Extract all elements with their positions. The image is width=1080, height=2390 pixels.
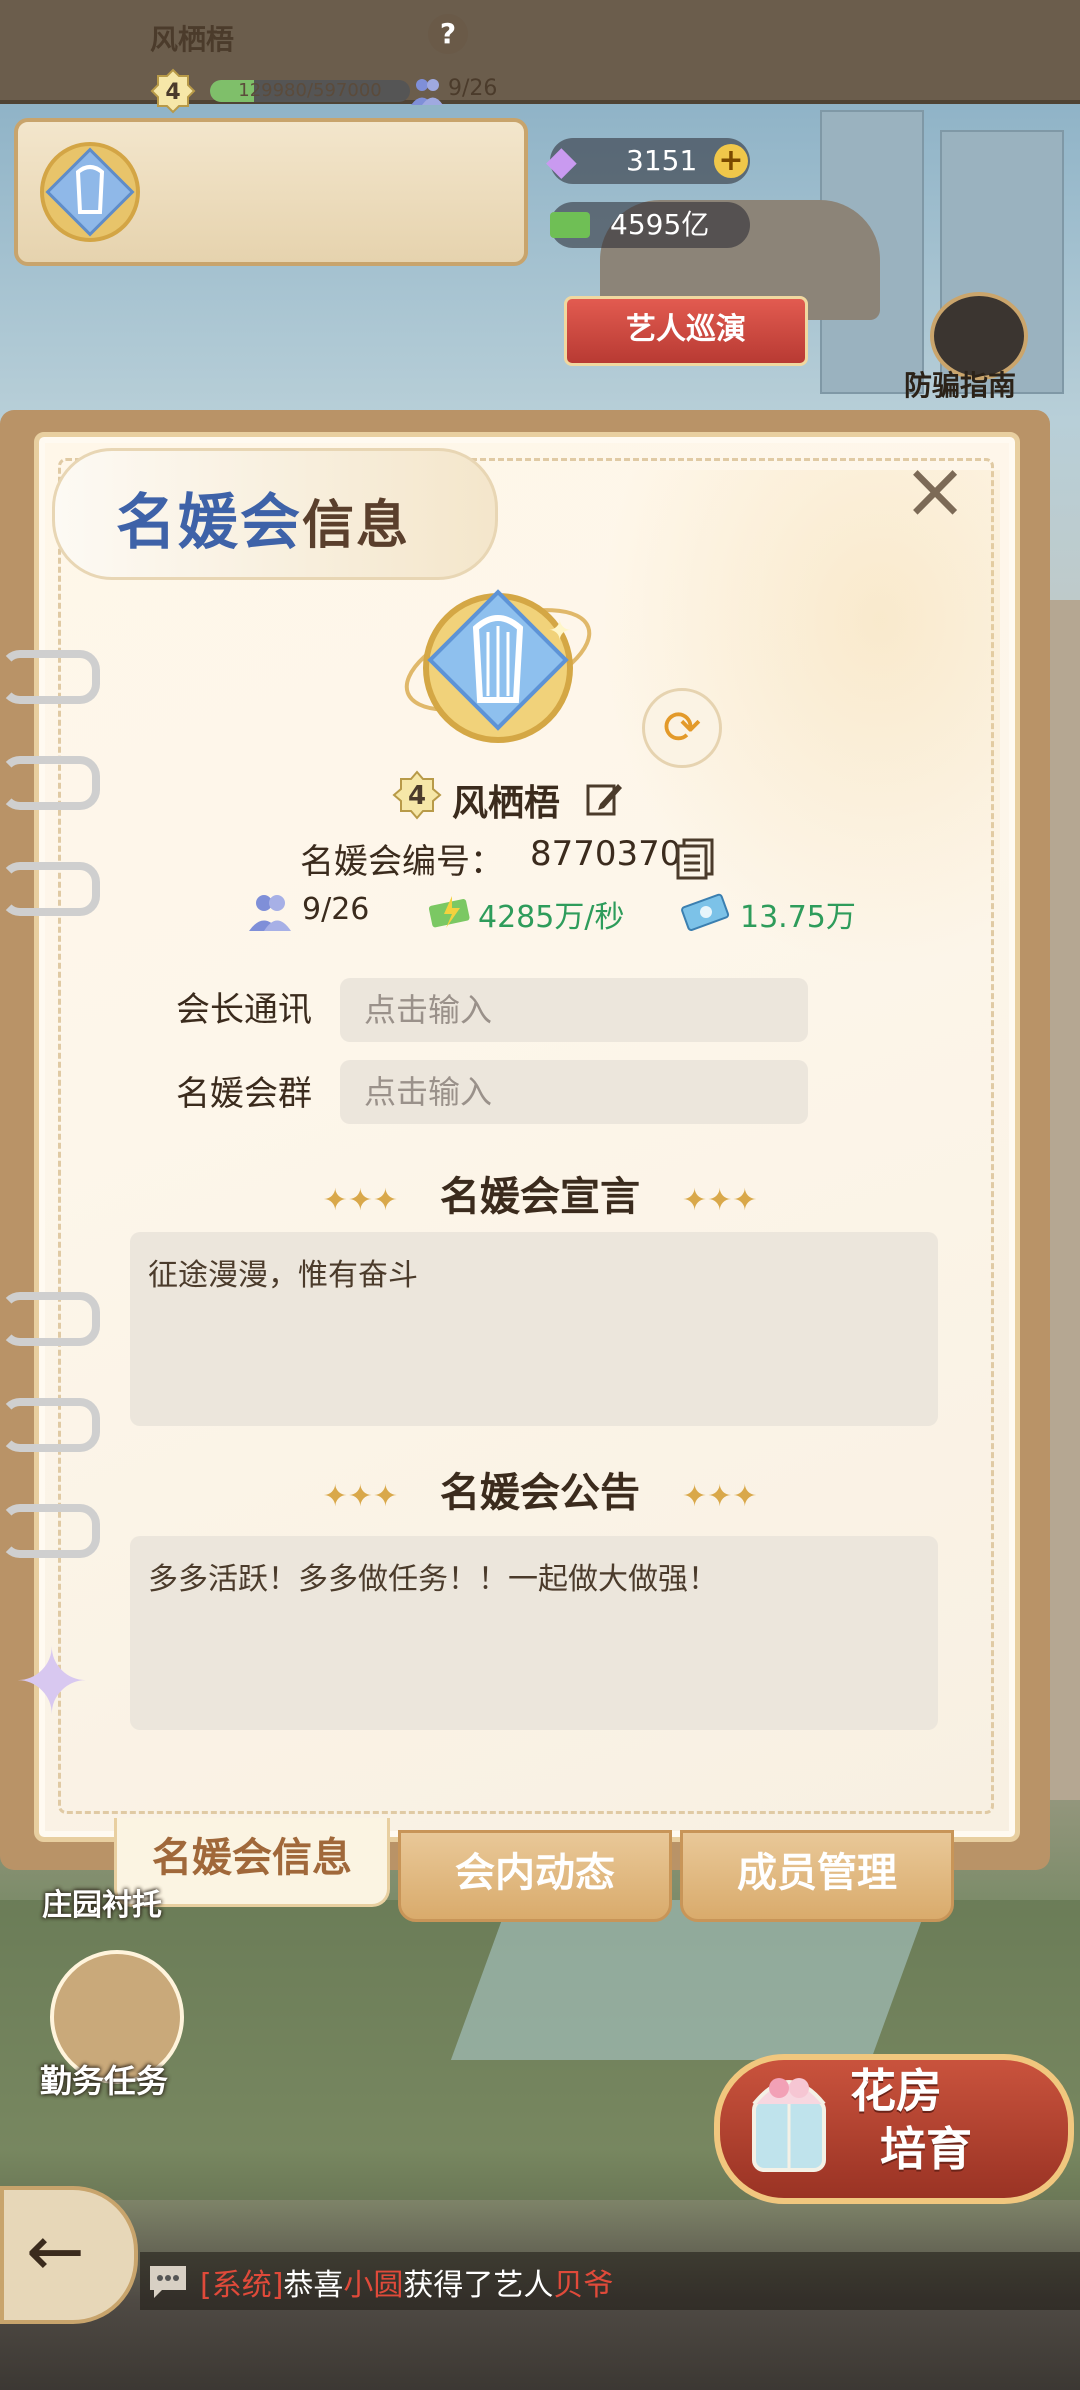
tab-club-news[interactable]: 会内动态 (398, 1830, 672, 1922)
add-gems-button[interactable]: + (714, 144, 748, 178)
artist-tour-button[interactable]: 艺人巡演 (564, 296, 808, 366)
level-badge: 4 (392, 770, 442, 820)
club-exp-text: 129980/597000 (238, 80, 382, 101)
back-button[interactable]: ← (0, 2186, 138, 2324)
club-level-text: 4 (165, 80, 180, 105)
flower-house-label: 花房 培育 (850, 2062, 972, 2178)
income-speed: 4285万/秒 (478, 900, 625, 935)
members-count: 9/26 (302, 892, 370, 927)
binder-ring (0, 862, 100, 916)
members-icon (249, 895, 291, 931)
binder-ring (0, 756, 100, 810)
declaration-heading: ✦✦✦ 名媛会宣言 ✦✦✦ (0, 1164, 1080, 1222)
binder-ring (0, 1398, 100, 1452)
tab-member-management[interactable]: 成员管理 (680, 1830, 954, 1922)
anti-fraud-guide-label[interactable]: 防骗指南 (904, 364, 1016, 404)
club-name-main: 风栖梧 (452, 783, 561, 824)
leader-contact-label: 会长通讯 (176, 990, 312, 1030)
leader-contact-input[interactable]: 点击输入 (340, 978, 808, 1042)
members-icon (411, 79, 443, 105)
copy-id-icon[interactable] (676, 838, 716, 880)
glass-greenhouse (450, 1900, 930, 2060)
sparkle-icon: ✦✦✦ (681, 1183, 758, 1218)
help-icon[interactable]: ? (428, 14, 468, 54)
notice-heading: ✦✦✦ 名媛会公告 ✦✦✦ (0, 1460, 1080, 1518)
panel-title: 名媛会信息 (116, 474, 410, 561)
back-arrow-icon: ← (26, 2210, 85, 2292)
close-icon[interactable]: × (900, 452, 970, 530)
cash-icon (550, 212, 590, 238)
income-speed-icon (428, 896, 470, 928)
chat-text: 恭喜 (283, 2268, 344, 2303)
binder-ring (0, 650, 100, 704)
club-id-value: 8770370 (530, 834, 682, 874)
chat-username: 小圆 (343, 2268, 404, 2303)
level-text: 4 (408, 781, 426, 811)
cash-counter: 4595亿 (550, 202, 750, 248)
declaration-textbox[interactable]: 征途漫漫，惟有奋斗 (130, 1232, 938, 1426)
cash-amount: 4595亿 (610, 208, 710, 241)
svg-text:✦: ✦ (548, 614, 571, 647)
panel-title-sub: 信息 (302, 496, 411, 556)
club-name: 风栖梧 (150, 23, 235, 56)
greenhouse-icon (752, 2078, 826, 2172)
daily-task-label[interactable]: 勤务任务 (40, 2056, 168, 2102)
sparkle-icon: ✦✦✦ (322, 1479, 399, 1514)
chat-system-tag: [系统] (200, 2268, 284, 2303)
manor-label[interactable]: 庄园衬托 (42, 1880, 162, 1924)
panel-title-main: 名媛会 (116, 488, 302, 558)
club-group-input[interactable]: 点击输入 (340, 1060, 808, 1124)
sparkle-icon: ✦✦✦ (322, 1183, 399, 1218)
sparkle-icon: ✦ (14, 1630, 90, 1735)
edit-name-icon[interactable] (584, 778, 624, 818)
declaration-title: 名媛会宣言 (440, 1174, 640, 1220)
notice-title: 名媛会公告 (440, 1470, 640, 1516)
chat-message: [系统]恭喜小圆获得了艺人贝爷 (200, 2260, 613, 2304)
club-group-label: 名媛会群 (176, 1074, 312, 1114)
flower-label-line2: 培育 (880, 2122, 972, 2176)
club-emblem-large-icon: ✦ (404, 589, 592, 743)
club-members-count: 9/26 (448, 76, 498, 101)
gem-amount: 3151 (626, 144, 698, 177)
club-money: 13.75万 (740, 900, 856, 935)
money-stack-icon (681, 893, 730, 931)
club-id-label: 名媛会编号： (300, 842, 504, 882)
club-emblem-icon (40, 142, 140, 242)
chat-bubble-icon[interactable] (146, 2262, 190, 2300)
chat-text: 获得了艺人 (403, 2268, 554, 2303)
gem-icon: ◆ (546, 138, 577, 184)
club-level-badge: 4 (150, 68, 196, 114)
sparkle-icon: ✦✦✦ (681, 1479, 758, 1514)
notice-textbox[interactable]: 多多活跃！多多做任务！！一起做大做强！ (130, 1536, 938, 1730)
binder-ring (0, 1292, 100, 1346)
flower-label-line1: 花房 (850, 2064, 942, 2118)
chat-artist: 贝爷 (553, 2268, 614, 2303)
club-header-card[interactable] (14, 118, 528, 266)
refresh-emblem-icon[interactable]: ⟳ (642, 688, 722, 768)
